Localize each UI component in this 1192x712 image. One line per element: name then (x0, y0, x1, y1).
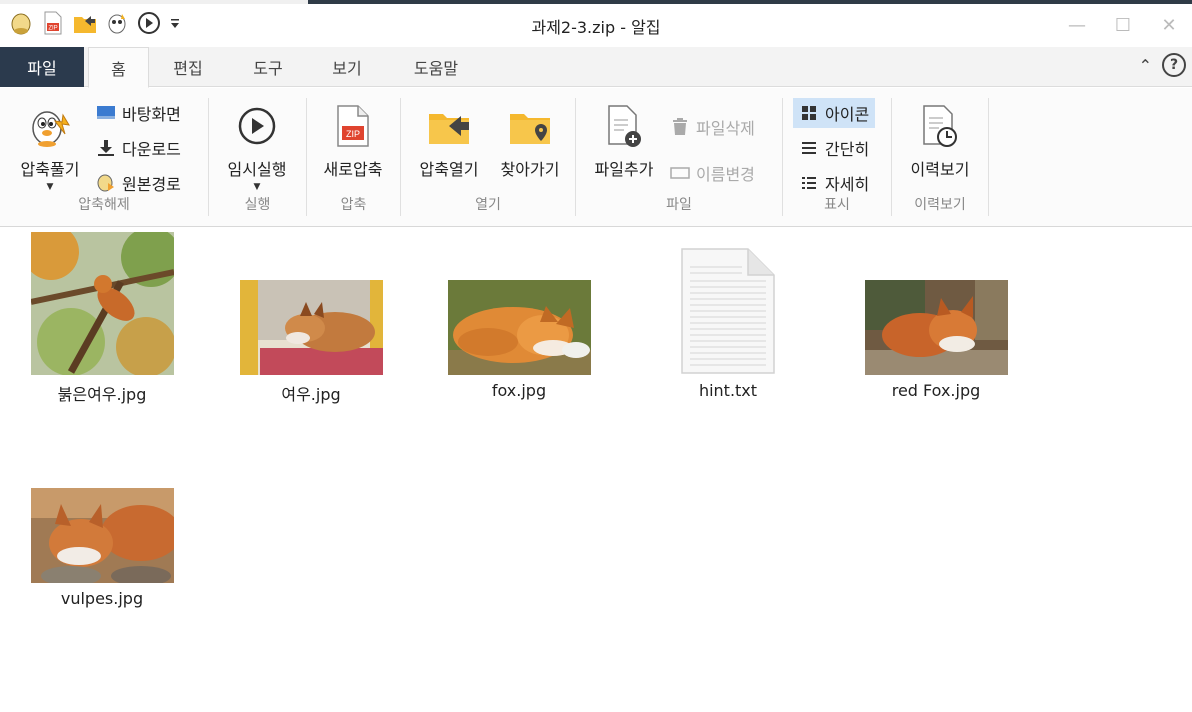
tab-help[interactable]: 도움말 (400, 47, 472, 87)
image-thumbnail (239, 280, 383, 375)
view-simple-button[interactable]: 간단히 (793, 133, 875, 163)
title-bar: ZIP 과제2-3.zip - 알집 — ☐ ✕ (0, 4, 1192, 46)
grid-icon (799, 103, 819, 123)
tab-edit[interactable]: 편집 (157, 47, 219, 87)
extract-label: 압축풀기 (20, 160, 80, 179)
rename-icon (670, 163, 690, 183)
group-label-open: 열기 (475, 197, 501, 213)
group-run: 임시실행 ▼ 실행 (209, 96, 306, 214)
file-item[interactable]: vulpes.jpg (12, 488, 192, 608)
history-label: 이력보기 (910, 160, 970, 179)
add-file-button[interactable]: 파일추가 (586, 96, 662, 180)
open-folder-icon (425, 102, 473, 150)
file-item[interactable]: red Fox.jpg (846, 280, 1026, 400)
ribbon-tabs: 파일 홈 편집 도구 보기 도움말 ⌃ ? (0, 47, 1192, 88)
help-icon[interactable]: ? (1162, 53, 1186, 77)
group-view: 아이콘 간단히 자세히 표시 (783, 96, 891, 214)
add-file-label: 파일추가 (594, 160, 654, 179)
group-label-compress: 압축 (340, 197, 367, 213)
text-file-icon (657, 240, 800, 375)
file-name: 붉은여우.jpg (57, 385, 147, 404)
file-item[interactable]: 여우.jpg (221, 280, 401, 405)
close-icon[interactable]: ✕ (1146, 6, 1192, 44)
file-name: red Fox.jpg (891, 381, 981, 400)
find-location-button[interactable]: 찾아가기 (491, 96, 569, 180)
extract-downloads-button[interactable]: 다운로드 (90, 133, 187, 163)
image-thumbnail (30, 232, 174, 375)
zip-file-icon: ZIP (329, 102, 377, 150)
find-location-label: 찾아가기 (500, 160, 560, 179)
temp-run-button[interactable]: 임시실행 ▼ (217, 96, 297, 192)
history-button[interactable]: 이력보기 (900, 96, 980, 180)
maximize-icon[interactable]: ☐ (1100, 6, 1146, 44)
temp-run-label: 임시실행 (227, 160, 287, 179)
delete-file-button[interactable]: 파일삭제 (664, 112, 761, 142)
group-label-history: 이력보기 (914, 197, 966, 213)
desktop-icon (96, 103, 116, 123)
file-name: hint.txt (698, 381, 758, 400)
extract-wizard-icon (26, 102, 74, 150)
tab-tools[interactable]: 도구 (237, 47, 299, 87)
rename-button[interactable]: 이름변경 (664, 158, 761, 188)
view-icon-button[interactable]: 아이콘 (793, 98, 876, 128)
add-file-icon (600, 102, 648, 150)
file-item[interactable]: fox.jpg (429, 280, 609, 400)
group-extract: 압축풀기 ▼ 바탕화면 다운로드 원본경로 압축해제 (0, 96, 208, 214)
group-label-view: 표시 (824, 197, 850, 213)
ribbon-separator (988, 98, 989, 216)
source-path-icon (96, 173, 116, 193)
extract-button[interactable]: 압축풀기 ▼ (10, 96, 90, 192)
details-icon (799, 173, 819, 193)
file-list: 붉은여우.jpg 여우.jpg fox.jpg hint.txt red Fox… (0, 228, 1192, 712)
file-name: fox.jpg (491, 381, 547, 400)
image-thumbnail (447, 280, 591, 375)
history-icon (916, 102, 964, 150)
ribbon: 압축풀기 ▼ 바탕화면 다운로드 원본경로 압축해제 임시실행 ▼ 실행 ZIP… (0, 88, 1192, 227)
group-file: 파일추가 파일삭제 이름변경 파일 (576, 96, 782, 214)
group-open: 압축열기 찾아가기 열기 (401, 96, 575, 214)
folder-location-icon (506, 102, 554, 150)
tab-view[interactable]: 보기 (316, 47, 378, 87)
file-item[interactable]: 붉은여우.jpg (12, 232, 192, 405)
new-compress-button[interactable]: ZIP 새로압축 (313, 96, 393, 180)
image-thumbnail (30, 488, 174, 583)
list-icon (799, 138, 819, 158)
open-archive-label: 압축열기 (419, 160, 479, 179)
collapse-ribbon-icon[interactable]: ⌃ (1139, 56, 1152, 75)
chevron-down-icon: ▼ (46, 182, 54, 192)
open-archive-button[interactable]: 압축열기 (411, 96, 487, 180)
play-icon (233, 102, 281, 150)
group-label-run: 실행 (244, 197, 271, 213)
svg-text:ZIP: ZIP (346, 129, 360, 139)
file-item[interactable]: hint.txt (638, 240, 818, 400)
tab-file[interactable]: 파일 (0, 47, 84, 87)
group-history: 이력보기 이력보기 (892, 96, 988, 214)
minimize-icon[interactable]: — (1054, 6, 1100, 44)
window-title: 과제2-3.zip - 알집 (531, 18, 661, 37)
group-label-file: 파일 (666, 197, 692, 213)
extract-desktop-button[interactable]: 바탕화면 (90, 98, 187, 128)
window-controls: — ☐ ✕ (1054, 6, 1192, 44)
chevron-down-icon: ▼ (253, 182, 261, 192)
group-compress: ZIP 새로압축 압축 (307, 96, 400, 214)
file-name: vulpes.jpg (60, 589, 144, 608)
download-icon (96, 138, 116, 158)
tab-home[interactable]: 홈 (88, 47, 149, 88)
group-label-extract: 압축해제 (78, 197, 130, 213)
trash-icon (670, 117, 690, 137)
file-name: 여우.jpg (281, 385, 341, 404)
new-compress-label: 새로압축 (323, 160, 383, 179)
image-thumbnail (864, 280, 1008, 375)
